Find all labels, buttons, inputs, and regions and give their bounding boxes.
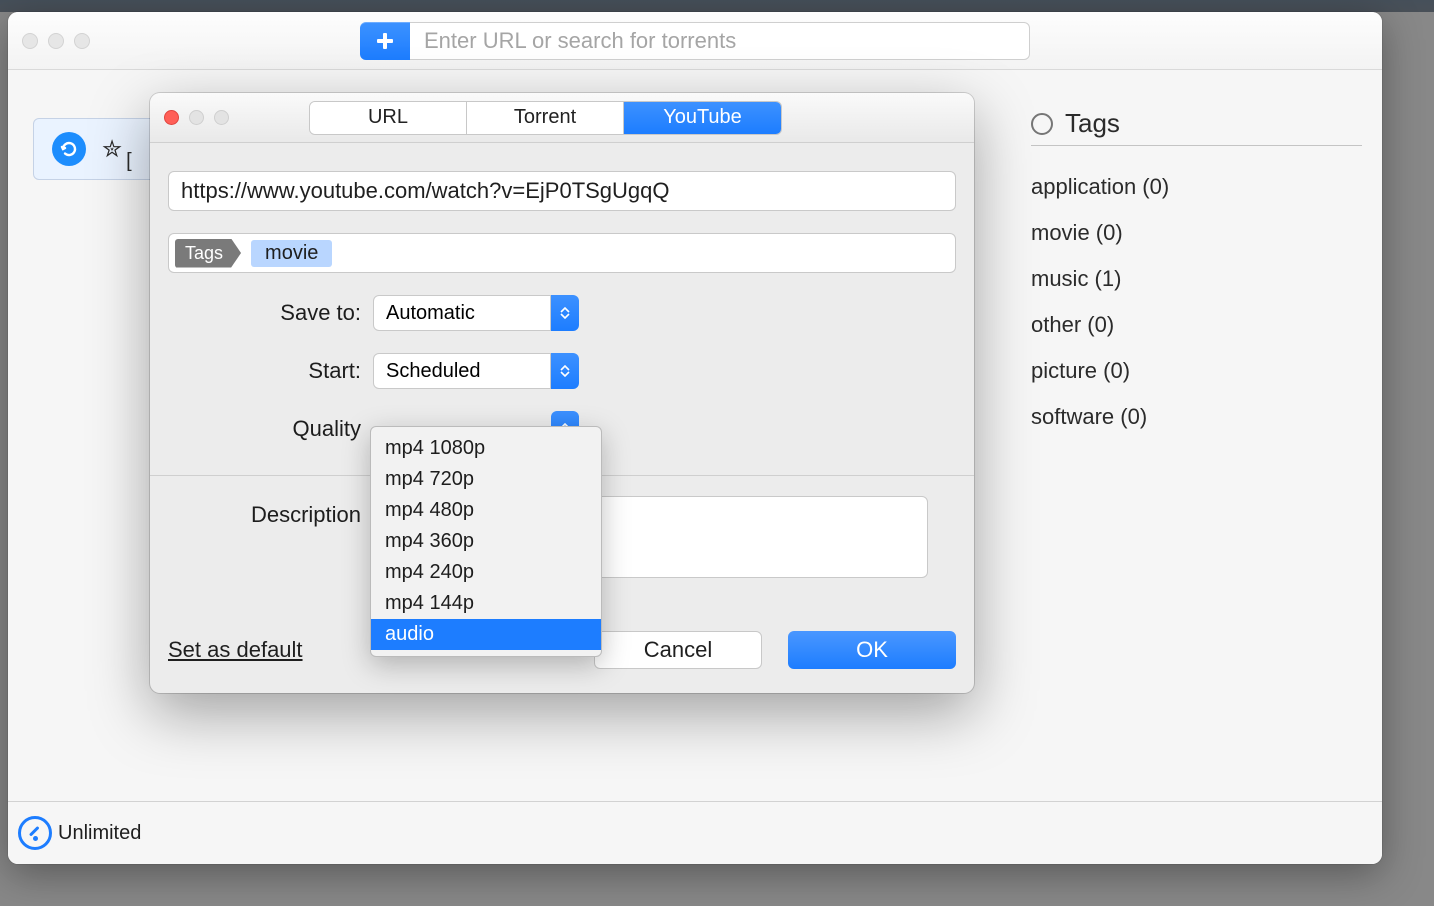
tab-torrent[interactable]: Torrent	[467, 102, 624, 134]
dialog-close[interactable]	[164, 110, 179, 125]
start-value: Scheduled	[386, 360, 481, 383]
tag-item[interactable]: music (1)	[1031, 256, 1362, 302]
tag-item[interactable]: movie (0)	[1031, 210, 1362, 256]
tags-sidebar: Tags application (0) movie (0) music (1)…	[1021, 70, 1382, 801]
tag-chip[interactable]: movie	[251, 240, 332, 267]
speedometer-icon[interactable]	[18, 816, 52, 850]
chevron-down-icon	[560, 371, 570, 377]
chevron-down-icon	[560, 313, 570, 319]
tags-title: Tags	[1065, 108, 1120, 139]
speed-label: Unlimited	[58, 822, 141, 845]
tag-item[interactable]: other (0)	[1031, 302, 1362, 348]
dialog-zoom	[214, 110, 229, 125]
tag-item[interactable]: picture (0)	[1031, 348, 1362, 394]
quality-option[interactable]: mp4 360p	[371, 526, 601, 557]
save-to-select[interactable]: Automatic	[373, 295, 551, 331]
url-input[interactable]	[168, 171, 956, 211]
dialog-minimize	[189, 110, 204, 125]
footer: Unlimited	[8, 801, 1382, 864]
save-to-value: Automatic	[386, 302, 475, 325]
description-label: Description	[168, 496, 373, 528]
start-select[interactable]: Scheduled	[373, 353, 551, 389]
tags-field[interactable]: Tags movie	[168, 233, 956, 273]
tags-badge: Tags	[175, 239, 241, 268]
titlebar	[8, 12, 1382, 70]
tags-radio-icon	[1031, 113, 1053, 135]
quality-label: Quality	[168, 416, 373, 442]
minimize-window[interactable]	[48, 33, 64, 49]
tag-item[interactable]: software (0)	[1031, 394, 1362, 440]
dialog-titlebar: URL Torrent YouTube	[150, 93, 974, 143]
quality-dropdown: mp4 1080p mp4 720p mp4 480p mp4 360p mp4…	[370, 426, 602, 657]
dialog-window-controls	[164, 110, 229, 125]
cancel-button[interactable]: Cancel	[594, 631, 762, 669]
tags-header[interactable]: Tags	[1031, 108, 1362, 146]
close-window[interactable]	[22, 33, 38, 49]
row-text-fragment: [	[126, 150, 132, 173]
row-star-icon: ✮	[102, 135, 122, 164]
quality-option[interactable]: mp4 480p	[371, 495, 601, 526]
quality-option[interactable]: mp4 144p	[371, 588, 601, 619]
set-as-default-link[interactable]: Set as default	[168, 637, 303, 663]
save-to-stepper[interactable]	[551, 295, 579, 331]
refresh-icon[interactable]	[52, 132, 86, 166]
source-tabs: URL Torrent YouTube	[309, 101, 782, 135]
start-label: Start:	[168, 358, 373, 384]
tab-url[interactable]: URL	[310, 102, 467, 134]
zoom-window[interactable]	[74, 33, 90, 49]
tab-youtube[interactable]: YouTube	[624, 102, 781, 134]
quality-option-selected[interactable]: audio	[371, 619, 601, 650]
window-controls	[22, 33, 90, 49]
search-input[interactable]	[410, 22, 1030, 60]
start-stepper[interactable]	[551, 353, 579, 389]
save-to-label: Save to:	[168, 300, 373, 326]
add-button[interactable]	[360, 22, 410, 60]
quality-option[interactable]: mp4 720p	[371, 464, 601, 495]
plus-icon	[375, 31, 395, 51]
tag-item[interactable]: application (0)	[1031, 164, 1362, 210]
quality-option[interactable]: mp4 1080p	[371, 433, 601, 464]
ok-button[interactable]: OK	[788, 631, 956, 669]
quality-option[interactable]: mp4 240p	[371, 557, 601, 588]
